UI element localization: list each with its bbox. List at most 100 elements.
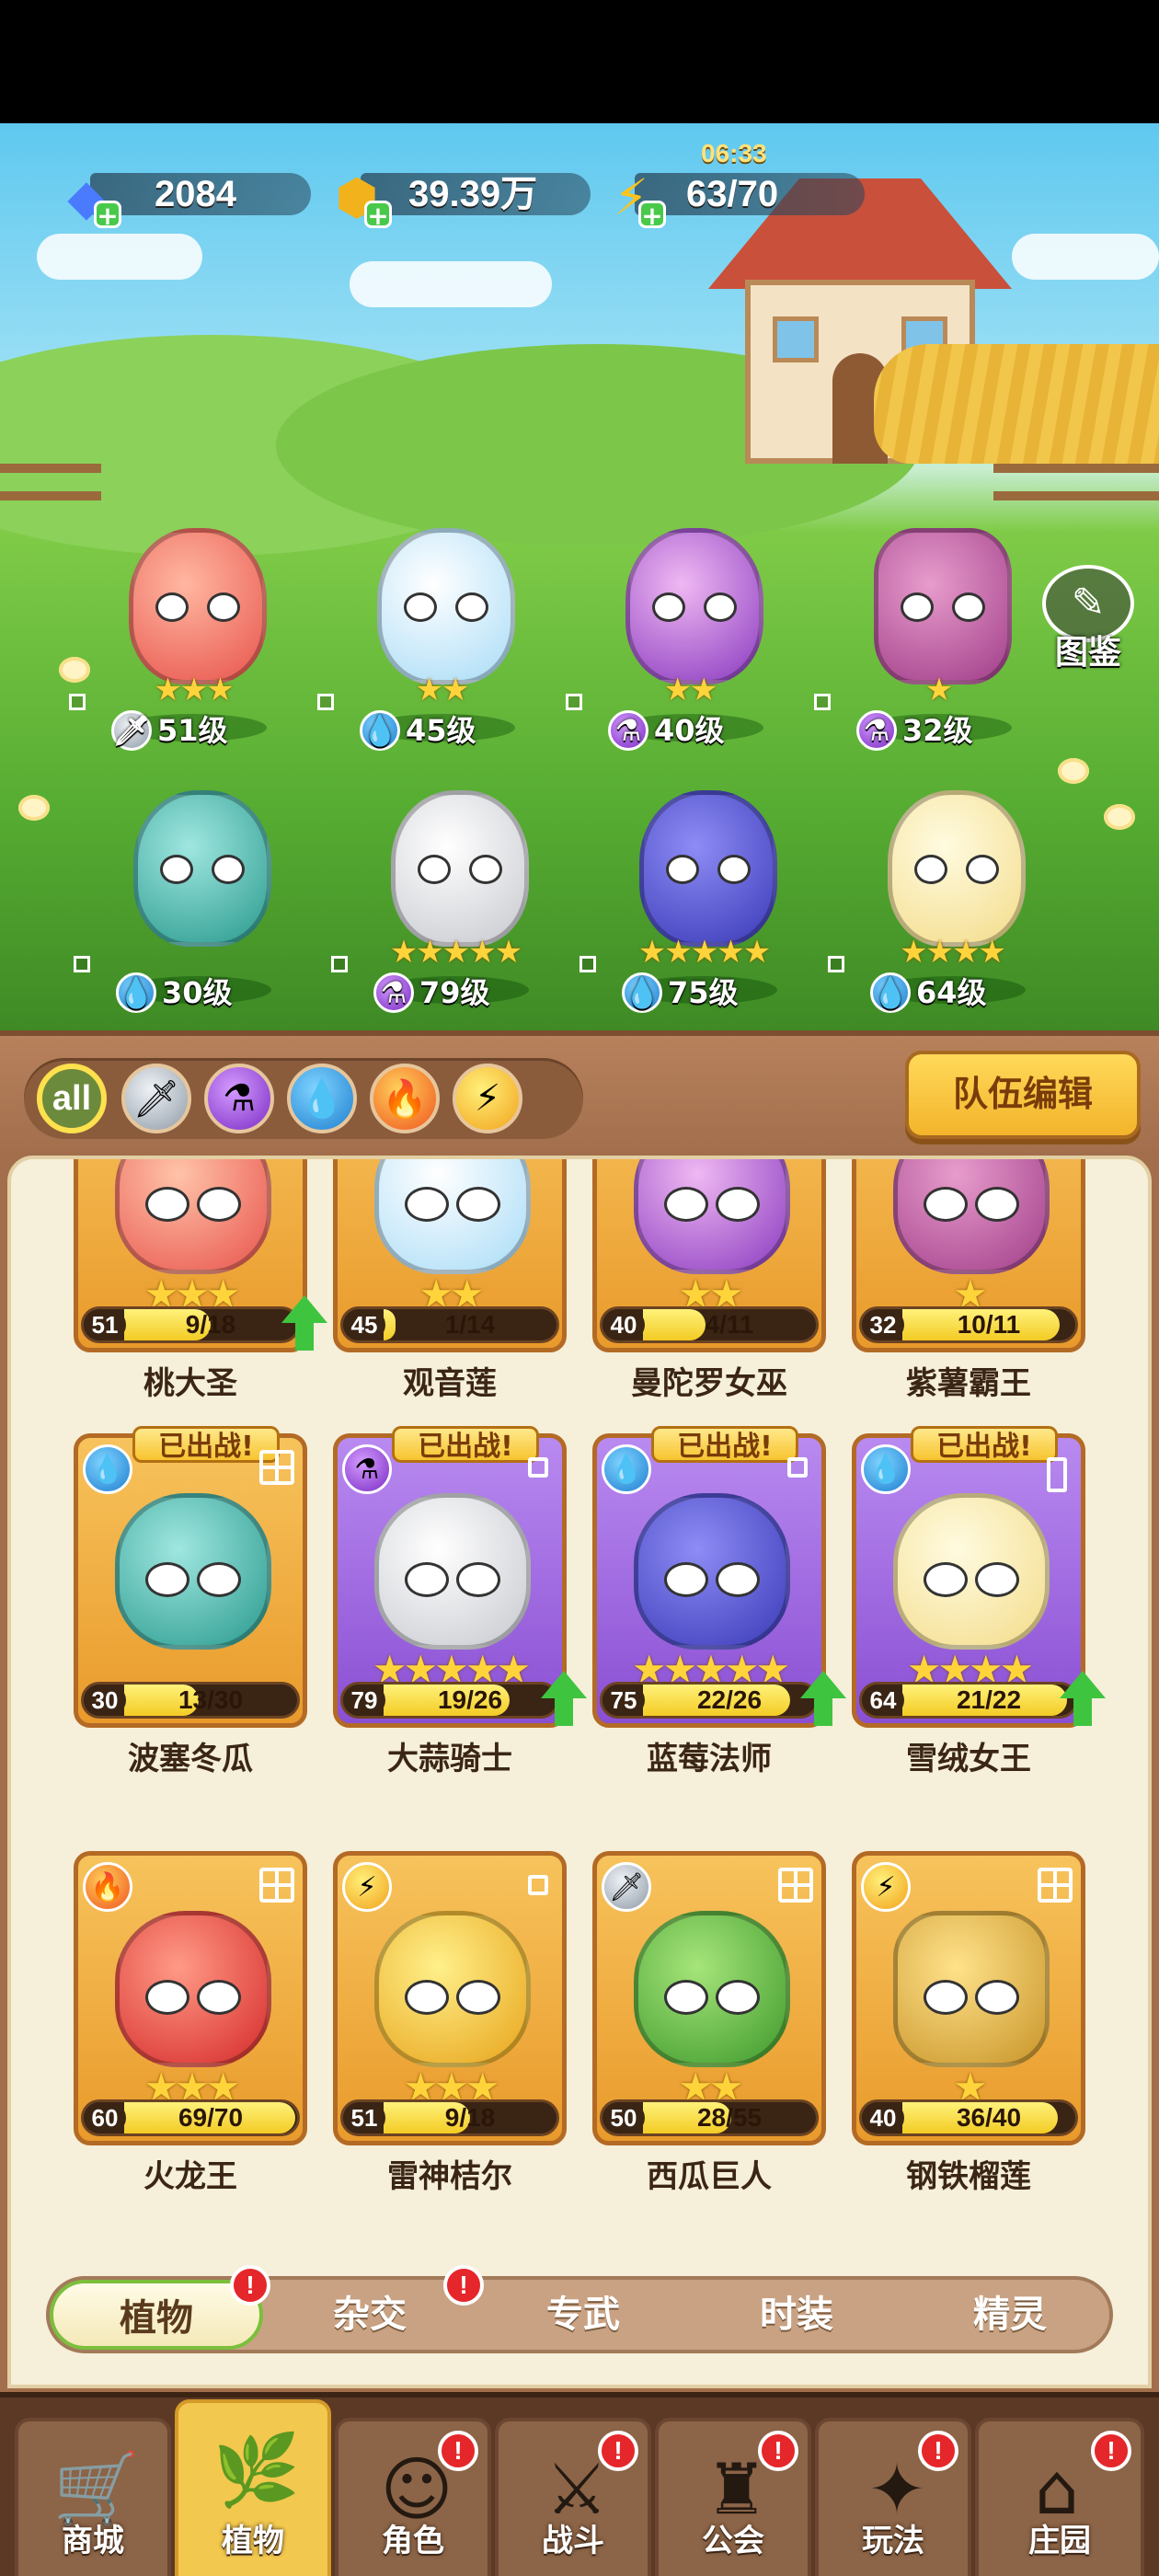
plant-card[interactable]: 已出战! 💧 30 13/30 波塞冬瓜 <box>74 1426 307 1777</box>
alert-icon: ! <box>918 2431 958 2471</box>
square-icon <box>528 1875 548 1895</box>
tab-exclusive-weapon[interactable]: 专武 <box>476 2280 690 2350</box>
nav-shop[interactable]: 🛒 商城 <box>15 2418 171 2576</box>
plant-card[interactable]: ★★★ 51 9/18 桃大圣 <box>74 1159 327 1402</box>
hero-stars: ★★★★★ <box>389 934 522 971</box>
square-icon <box>317 694 334 710</box>
card-level: 79 <box>343 1685 385 1716</box>
hero-level: 40级 <box>654 713 725 748</box>
tab-spirit[interactable]: 精灵 <box>903 2280 1117 2350</box>
nav-label: 玩法 <box>862 2523 924 2559</box>
card-progress: 13/30 <box>178 1685 244 1714</box>
card-name: 火龙王 <box>143 2158 237 2195</box>
card-progress: 9/18 <box>444 2103 496 2132</box>
filter-all[interactable]: all <box>37 1064 107 1133</box>
gem-value: 2084 <box>155 174 236 214</box>
card-level: 45 <box>343 1309 385 1340</box>
deployed-badge: 已出战! <box>392 1426 539 1463</box>
hero-level: 45级 <box>406 713 476 748</box>
water-icon: 💧 <box>602 1444 651 1494</box>
nav-label: 商城 <box>62 2523 124 2559</box>
grid-icon <box>778 1868 813 1903</box>
progress-bar: 60 69/70 <box>81 2099 300 2136</box>
cloud <box>1012 234 1159 280</box>
hero-stars: ★★ <box>663 672 718 708</box>
water-icon: 💧 <box>83 1444 132 1494</box>
grid-icon <box>259 1868 294 1903</box>
nav-label: 角色 <box>382 2523 444 2559</box>
alert-icon: ! <box>443 2265 484 2306</box>
energy-counter[interactable]: ⚡ + 63/70 <box>598 164 865 229</box>
filter-sword-icon[interactable]: 🗡 <box>121 1064 191 1133</box>
add-energy-button[interactable]: + <box>638 201 666 229</box>
card-name: 大蒜骑士 <box>387 1741 512 1777</box>
flower <box>18 795 50 821</box>
plant-card[interactable]: 已出战! ⚗ ★★★★★ 79 19/26 大蒜骑士 <box>333 1426 587 1777</box>
scene-hero-poseidon-melon[interactable]: 💧 30级 <box>74 753 313 1020</box>
card-progress: 4/11 <box>705 1310 754 1339</box>
nav-label: 植物 <box>222 2523 284 2559</box>
nav-gameplay[interactable]: ✦ 玩法 ! <box>815 2418 971 2576</box>
scene-hero-purple-yam[interactable]: ★ ⚗ 32级 <box>814 491 1053 758</box>
codex-button[interactable]: ✎ 图鉴 <box>1038 565 1139 684</box>
plant-card[interactable]: ★ 32 10/11 紫薯霸王 <box>852 1159 1085 1402</box>
codex-label: 图鉴 <box>1054 634 1121 672</box>
card-progress: 36/40 <box>956 2103 1022 2132</box>
card-level: 40 <box>862 2102 904 2133</box>
energy-value: 63/70 <box>686 174 779 214</box>
plant-card[interactable]: ★★ 40 4/11 曼陀罗女巫 <box>592 1159 826 1402</box>
plant-card[interactable]: 已出战! 💧 ★★★★★ 75 22/26 蓝莓法师 <box>592 1426 846 1777</box>
filter-fire-icon[interactable]: 🔥 <box>370 1064 440 1133</box>
hero-level: 32级 <box>902 713 973 748</box>
square-icon <box>566 694 582 710</box>
hero-scene: ★★★ 🗡 51级 ★★ 💧 45级 ★★ ⚗ 40级 ★ ⚗ 32级 💧 30级 ★★★… <box>0 123 1159 1030</box>
square-icon <box>69 694 86 710</box>
team-edit-button[interactable]: 队伍编辑 <box>905 1051 1141 1139</box>
tab-costume[interactable]: 时装 <box>690 2280 903 2350</box>
plant-card[interactable]: ★★ 45 1/14 观音莲 <box>333 1159 567 1402</box>
alert-icon: ! <box>598 2431 638 2471</box>
plant-card[interactable]: 🗡 ★★ 50 28/55 西瓜巨人 <box>592 1851 826 2195</box>
scene-hero-witch[interactable]: ★★ ⚗ 40级 <box>566 491 805 758</box>
square-icon <box>787 1457 808 1478</box>
add-gold-button[interactable]: + <box>364 201 392 229</box>
filter-potion-icon[interactable]: ⚗ <box>204 1064 274 1133</box>
sword-icon: 🗡 <box>602 1862 651 1912</box>
cloud <box>350 261 552 307</box>
plant-card[interactable]: 🔥 ★★★ 60 69/70 火龙王 <box>74 1851 307 2195</box>
book-icon: ✎ <box>1042 565 1134 642</box>
filter-lightning-icon[interactable]: ⚡ <box>453 1064 522 1133</box>
gold-counter[interactable]: ⬢ + 39.39万 <box>324 164 591 229</box>
energy-timer: 06:33 <box>701 139 767 167</box>
nav-plants[interactable]: 🌿 植物 <box>175 2399 331 2576</box>
card-level: 60 <box>84 2102 126 2133</box>
scene-hero-garlic-knight[interactable]: ★★★★★ ⚗ 79级 <box>331 753 570 1020</box>
gem-counter[interactable]: ◆ + 2084 <box>53 164 311 229</box>
water-icon: 💧 <box>116 972 156 1013</box>
card-name: 钢铁榴莲 <box>906 2158 1031 2195</box>
filter-water-icon[interactable]: 💧 <box>287 1064 357 1133</box>
scene-hero-peach[interactable]: ★★★ 🗡 51级 <box>69 491 308 758</box>
alert-icon: ! <box>758 2431 798 2471</box>
grid-icon <box>74 956 90 972</box>
hero-stars: ★★ <box>415 672 470 708</box>
nav-label: 战斗 <box>542 2523 604 2559</box>
plant-card[interactable]: 已出战! 💧 ★★★★ 64 21/22 雪绒女王 <box>852 1426 1106 1777</box>
progress-bar: 40 36/40 <box>859 2099 1078 2136</box>
square-icon <box>580 956 596 972</box>
card-panel: ★★★ 51 9/18 桃大圣 ★★ 45 1/14 观音莲 ★★ 40 4/11 曼… <box>0 1156 1159 2392</box>
card-level: 64 <box>862 1685 904 1716</box>
scene-hero-snow-queen[interactable]: ★★★★ 💧 64级 <box>828 753 1067 1020</box>
scene-hero-blueberry-mage[interactable]: ★★★★★ 💧 75级 <box>580 753 819 1020</box>
scene-hero-lotus[interactable]: ★★ 💧 45级 <box>317 491 557 758</box>
progress-bar: 40 4/11 <box>600 1306 819 1343</box>
nav-guild[interactable]: ♜ 公会 ! <box>655 2418 811 2576</box>
plant-card[interactable]: ⚡ ★ 40 36/40 钢铁榴莲 <box>852 1851 1085 2195</box>
nav-battle[interactable]: ⚔ 战斗 ! <box>495 2418 651 2576</box>
nav-manor[interactable]: ⌂ 庄园 ! <box>975 2418 1144 2576</box>
card-name: 波塞冬瓜 <box>128 1741 253 1777</box>
progress-bar: 75 22/26 <box>600 1682 819 1719</box>
add-gems-button[interactable]: + <box>94 201 121 229</box>
plant-card[interactable]: ⚡ ★★★ 51 9/18 雷神桔尔 <box>333 1851 567 2195</box>
nav-characters[interactable]: ☺ 角色 ! <box>335 2418 491 2576</box>
